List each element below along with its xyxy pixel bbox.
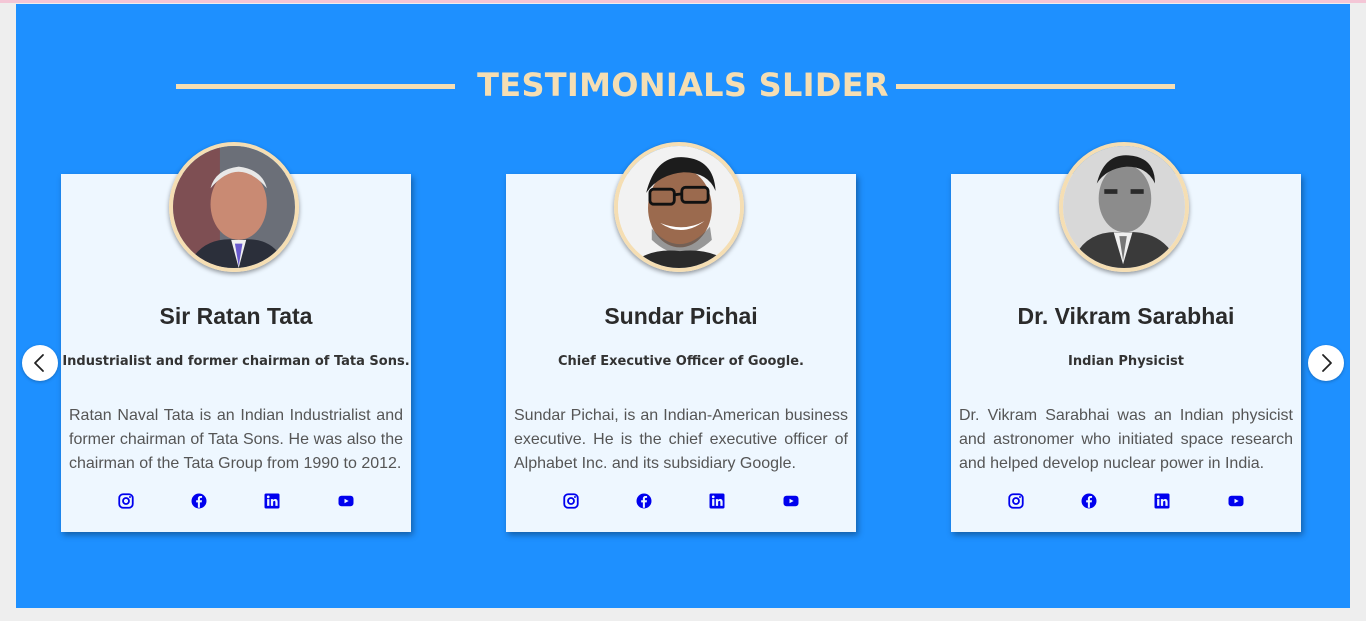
instagram-icon[interactable] xyxy=(562,492,580,510)
avatar xyxy=(1059,142,1189,272)
linkedin-icon[interactable] xyxy=(1153,492,1171,510)
instagram-icon[interactable] xyxy=(1007,492,1025,510)
facebook-icon[interactable] xyxy=(635,492,653,510)
linkedin-icon[interactable] xyxy=(708,492,726,510)
top-border xyxy=(0,0,1366,3)
heading-divider-right xyxy=(896,84,1175,89)
social-links xyxy=(61,492,411,514)
portrait-image xyxy=(1063,146,1185,268)
portrait-image xyxy=(173,146,295,268)
person-role: Chief Executive Officer of Google. xyxy=(558,354,804,369)
person-name: Sundar Pichai xyxy=(604,303,758,329)
avatar xyxy=(169,142,299,272)
portrait-image xyxy=(618,146,740,268)
facebook-icon[interactable] xyxy=(190,492,208,510)
testimonial-card: Sundar Pichai Chief Executive Officer of… xyxy=(506,142,856,532)
testimonial-text: Ratan Naval Tata is an Indian Industrial… xyxy=(69,407,403,472)
testimonial-card: Dr. Vikram Sarabhai Indian Physicist Dr.… xyxy=(951,142,1301,532)
slider-prev-button[interactable] xyxy=(22,345,58,381)
person-name: Sir Ratan Tata xyxy=(159,303,313,329)
slider-next-button[interactable] xyxy=(1308,345,1344,381)
linkedin-icon[interactable] xyxy=(263,492,281,510)
testimonial-text: Sundar Pichai, is an Indian-American bus… xyxy=(514,407,848,472)
chevron-right-icon xyxy=(1322,354,1332,372)
chevron-left-icon xyxy=(34,354,44,372)
facebook-icon[interactable] xyxy=(1080,492,1098,510)
youtube-icon[interactable] xyxy=(782,492,800,510)
person-role: Indian Physicist xyxy=(1068,354,1184,369)
person-role: Industrialist and former chairman of Tat… xyxy=(62,354,410,369)
testimonial-text: Dr. Vikram Sarabhai was an Indian physic… xyxy=(959,407,1293,472)
testimonial-card: Sir Ratan Tata Industrialist and former … xyxy=(61,142,411,532)
social-links xyxy=(951,492,1301,514)
person-name: Dr. Vikram Sarabhai xyxy=(1017,303,1235,329)
social-links xyxy=(506,492,856,514)
youtube-icon[interactable] xyxy=(1227,492,1245,510)
instagram-icon[interactable] xyxy=(117,492,135,510)
avatar xyxy=(614,142,744,272)
youtube-icon[interactable] xyxy=(337,492,355,510)
